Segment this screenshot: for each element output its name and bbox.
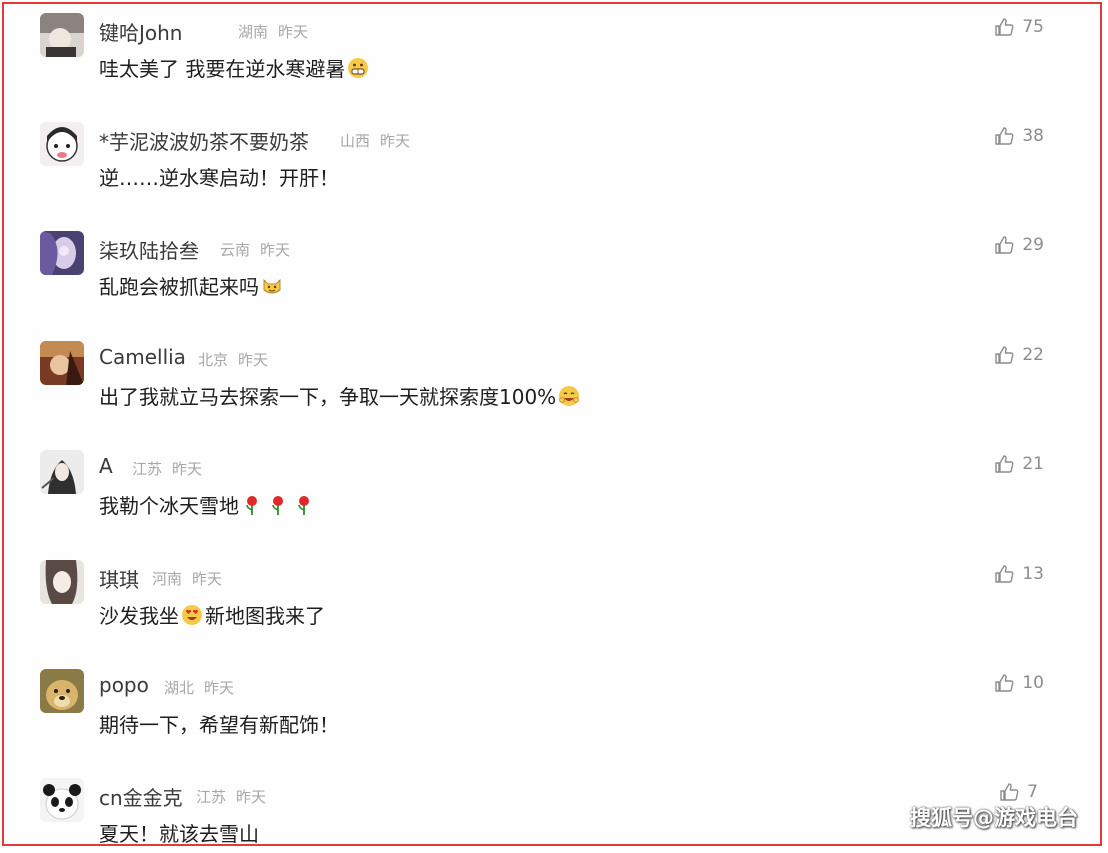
comment-item: 键哈John 湖南 昨天 哇太美了 我要在逆水寒避暑 75 <box>40 8 1060 88</box>
thumbs-up-icon <box>995 18 1014 36</box>
region: 河南 <box>152 570 183 588</box>
comment-text: 我勒个冰天雪地 <box>99 490 317 519</box>
avatar[interactable] <box>40 13 84 57</box>
comment-item: cn金金克 江苏 昨天 夏天！就该去雪山 7 <box>40 773 1060 853</box>
comment-body: 乱跑会被抓起来吗 <box>99 275 259 299</box>
like-button[interactable]: 13 <box>994 564 1044 584</box>
comment-section: 键哈John 湖南 昨天 哇太美了 我要在逆水寒避暑 75 *芋泥波波奶茶不要奶茶… <box>2 2 1102 846</box>
comment-body-continued: 新地图我来了 <box>205 604 325 628</box>
comment-body: 我勒个冰天雪地 <box>99 494 239 518</box>
thumbs-up-icon <box>995 455 1014 473</box>
thumbs-up-icon <box>995 565 1014 583</box>
username[interactable]: Camellia <box>99 345 186 369</box>
thumbs-up-icon <box>995 674 1014 692</box>
rose-emoji <box>272 495 283 515</box>
thumbs-up-icon <box>995 346 1014 364</box>
rose-emoji <box>246 495 257 515</box>
region: 湖南 <box>238 23 269 41</box>
thumbs-up-icon <box>1000 783 1019 801</box>
like-count: 7 <box>1027 782 1038 802</box>
comment-item: 琪琪 河南 昨天 沙发我坐 新地图我来了 13 <box>40 555 1060 635</box>
comment-item: A 江苏 昨天 我勒个冰天雪地 21 <box>40 445 1060 525</box>
region: 湖北 <box>164 679 195 697</box>
comment-body: 哇太美了 我要在逆水寒避暑 <box>99 57 346 81</box>
avatar[interactable] <box>40 122 84 166</box>
avatar[interactable] <box>40 778 84 822</box>
comment-text: 期待一下，希望有新配饰！ <box>99 709 339 738</box>
comment-body: 出了我就立马去探索一下，争取一天就探索度100% <box>99 385 557 409</box>
username[interactable]: *芋泥波波奶茶不要奶茶 <box>99 126 309 155</box>
username[interactable]: cn金金克 <box>99 782 183 811</box>
like-button[interactable]: 21 <box>994 454 1044 474</box>
region: 江苏 <box>196 788 227 806</box>
like-count: 13 <box>1022 564 1044 584</box>
timestamp: 昨天 <box>260 241 291 259</box>
comment-meta: 湖北 昨天 <box>164 677 244 698</box>
username[interactable]: A <box>99 454 113 478</box>
like-button[interactable]: 75 <box>994 17 1044 37</box>
username[interactable]: 琪琪 <box>99 564 139 593</box>
watermark: 搜狐号@游戏电台 <box>910 806 1078 830</box>
grin-emoji <box>348 57 369 78</box>
like-count: 21 <box>1022 454 1044 474</box>
comment-meta: 山西 昨天 <box>340 130 420 151</box>
comment-item: *芋泥波波奶茶不要奶茶 山西 昨天 逆……逆水寒启动！开肝！ 38 <box>40 117 1060 197</box>
region: 北京 <box>198 351 229 369</box>
comment-meta: 北京 昨天 <box>198 349 278 370</box>
avatar[interactable] <box>40 341 84 385</box>
thumbs-up-icon <box>995 127 1014 145</box>
avatar[interactable] <box>40 560 84 604</box>
username[interactable]: popo <box>99 673 149 697</box>
like-count: 29 <box>1022 235 1044 255</box>
region: 山西 <box>340 132 371 150</box>
comment-text: 出了我就立马去探索一下，争取一天就探索度100% <box>99 381 582 410</box>
comment-item: 柒玖陆拾叁 云南 昨天 乱跑会被抓起来吗 29 <box>40 226 1060 306</box>
comment-text: 夏天！就该去雪山 <box>99 818 259 847</box>
comment-text: 逆……逆水寒启动！开肝！ <box>99 162 339 191</box>
timestamp: 昨天 <box>238 351 269 369</box>
like-button[interactable]: 22 <box>994 345 1044 365</box>
cat-emoji <box>263 278 281 293</box>
region: 云南 <box>220 241 251 259</box>
like-count: 38 <box>1022 126 1044 146</box>
comment-body: 夏天！就该去雪山 <box>99 822 259 846</box>
like-button[interactable]: 10 <box>994 673 1044 693</box>
timestamp: 昨天 <box>380 132 411 150</box>
like-button[interactable]: 29 <box>994 235 1044 255</box>
username[interactable]: 柒玖陆拾叁 <box>99 235 199 264</box>
timestamp: 昨天 <box>278 23 309 41</box>
comment-text: 哇太美了 我要在逆水寒避暑 <box>99 53 371 82</box>
timestamp: 昨天 <box>236 788 267 806</box>
comment-meta: 江苏 昨天 <box>196 786 276 807</box>
comment-body: 逆……逆水寒启动！开肝！ <box>99 166 339 190</box>
username[interactable]: 键哈John <box>99 17 183 46</box>
comment-body: 期待一下，希望有新配饰！ <box>99 713 339 737</box>
avatar[interactable] <box>40 231 84 275</box>
like-button[interactable]: 7 <box>999 782 1038 802</box>
happy-emoji <box>559 385 580 406</box>
comment-text: 沙发我坐 新地图我来了 <box>99 600 325 629</box>
like-count: 75 <box>1022 17 1044 37</box>
comment-meta: 湖南 昨天 <box>238 21 318 42</box>
timestamp: 昨天 <box>204 679 235 697</box>
avatar[interactable] <box>40 669 84 713</box>
like-button[interactable]: 38 <box>994 126 1044 146</box>
comment-meta: 江苏 昨天 <box>132 458 212 479</box>
comment-body: 沙发我坐 <box>99 604 179 628</box>
comment-meta: 云南 昨天 <box>220 239 300 260</box>
comment-item: popo 湖北 昨天 期待一下，希望有新配饰！ 10 <box>40 664 1060 744</box>
region: 江苏 <box>132 460 163 478</box>
thumbs-up-icon <box>995 236 1014 254</box>
like-count: 22 <box>1022 345 1044 365</box>
comment-meta: 河南 昨天 <box>152 568 232 589</box>
like-count: 10 <box>1022 673 1044 693</box>
rose-emoji <box>298 495 309 515</box>
comment-item: Camellia 北京 昨天 出了我就立马去探索一下，争取一天就探索度100% 2… <box>40 336 1060 416</box>
timestamp: 昨天 <box>172 460 203 478</box>
avatar[interactable] <box>40 450 84 494</box>
comment-text: 乱跑会被抓起来吗 <box>99 271 285 300</box>
timestamp: 昨天 <box>192 570 223 588</box>
heart-eyes-emoji <box>182 604 202 625</box>
